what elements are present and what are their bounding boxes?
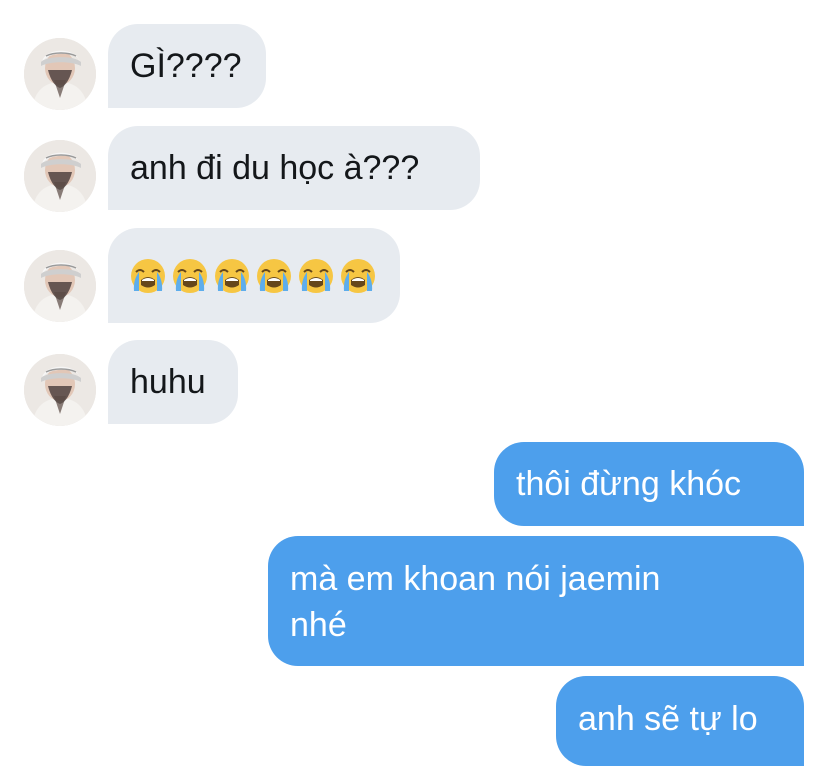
message-text-line-1: mà em khoan nói jaemin [290, 560, 661, 598]
avatar[interactable] [24, 250, 96, 322]
loudly-crying-face-icon [130, 258, 166, 294]
outgoing-message-bubble[interactable]: anh sẽ tự lo [556, 676, 804, 766]
loudly-crying-face-icon [298, 258, 334, 294]
incoming-message-bubble[interactable]: huhu [108, 340, 238, 424]
outgoing-message-bubble[interactable]: mà em khoan nói jaemin nhé [268, 536, 804, 666]
avatar[interactable] [24, 354, 96, 426]
loudly-crying-face-icon [340, 258, 376, 294]
avatar[interactable] [24, 38, 96, 110]
message-text: thôi đừng khóc [516, 465, 742, 503]
avatar[interactable] [24, 140, 96, 212]
message-text: anh đi du học à??? [130, 149, 420, 187]
message-text-line-2: nhé [290, 606, 347, 644]
message-text: GÌ???? [130, 47, 242, 85]
loudly-crying-face-icon [256, 258, 292, 294]
incoming-emoji-bubble[interactable] [108, 228, 400, 323]
loudly-crying-face-icon [172, 258, 208, 294]
incoming-message-bubble[interactable]: GÌ???? [108, 24, 266, 108]
message-text: anh sẽ tự lo [578, 700, 758, 738]
loudly-crying-face-icon [214, 258, 250, 294]
message-text: huhu [130, 363, 206, 401]
outgoing-message-bubble[interactable]: thôi đừng khóc [494, 442, 804, 526]
incoming-message-bubble[interactable]: anh đi du học à??? [108, 126, 480, 210]
emoji-group [130, 228, 378, 323]
